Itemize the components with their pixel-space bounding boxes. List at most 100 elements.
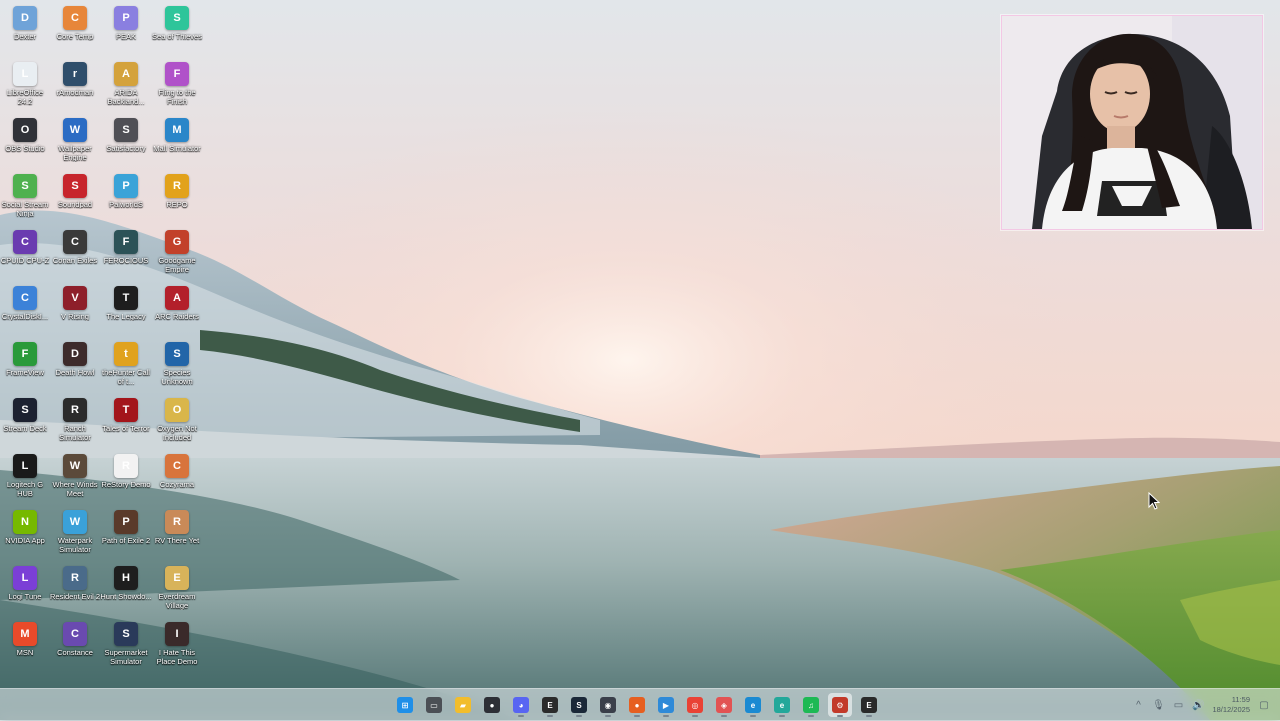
desktop-shortcut[interactable]: C Cozyrama [151,454,203,489]
house-icon: C [165,454,189,478]
desktop-shortcut[interactable]: S Stream Deck [0,398,51,433]
desktop-shortcut[interactable]: F Fling to the Finish [151,62,203,106]
dinosaur-icon: F [114,230,138,254]
thermometer-icon: C [63,6,87,30]
document-icon: L [13,62,37,86]
taskbar-button[interactable]: E [857,693,881,717]
desktop-shortcut[interactable]: R ReStory Demo [100,454,152,489]
desktop-shortcut[interactable]: P Path of Exile 2 [100,510,152,545]
desktop-shortcut[interactable]: D Dexter [0,6,51,41]
desktop-shortcut[interactable]: E Everdream Village [151,566,203,610]
desktop-shortcut-label: I Hate This Place Demo [156,648,198,666]
taskbar-button[interactable]: ◈ [712,693,736,717]
desktop-shortcut[interactable]: S Species Unknown [151,342,203,386]
creature-icon: P [114,174,138,198]
desktop-shortcut[interactable]: S Satisfactory [100,118,152,153]
taskbar-button[interactable]: e [741,693,765,717]
desktop-shortcut[interactable]: R REPO [151,174,203,209]
desktop-shortcut[interactable]: S Soundpad [49,174,101,209]
desktop-shortcut[interactable]: N NVIDIA App [0,510,51,545]
desktop-shortcut[interactable]: F FrameView [0,342,51,377]
desktop-shortcut[interactable]: M MSN [0,622,51,657]
desktop-shortcut-label: PalworldS [109,200,143,209]
taskbar-button[interactable]: S [567,693,591,717]
taskbar-clock[interactable]: 11:59 18/12/2025 [1212,695,1250,715]
desktop-shortcut-label: The Legacy [106,312,146,321]
volume-icon[interactable]: 🔊 [1192,699,1204,711]
taskbar-button[interactable]: ▶ [654,693,678,717]
desktop-shortcut[interactable]: R Resident Evil 2 [49,566,101,601]
desktop-shortcut[interactable]: A ARIDA Backland... [100,62,152,106]
desktop-shortcut[interactable]: T The Legacy [100,286,152,321]
running-indicator [808,715,814,717]
desktop-shortcut[interactable]: P PalworldS [100,174,152,209]
desktop-shortcut-label: Waterpark Simulator [57,536,93,554]
desktop-shortcut[interactable]: L Logi Tune [0,566,51,601]
desktop-shortcut[interactable]: S Sea of Thieves [151,6,203,41]
desktop-shortcut-label: OBS Studio [5,144,45,153]
desktop-shortcut[interactable]: W Where Winds Meet [49,454,101,498]
desktop-shortcut[interactable]: A ARC Raiders [151,286,203,321]
running-indicator [518,715,524,717]
desktop-shortcut[interactable]: W Waterpark Simulator [49,510,101,554]
wind-icon: W [63,454,87,478]
desktop-shortcut[interactable]: C Constance [49,622,101,657]
desktop-shortcut[interactable]: C CrystalDiskI... [0,286,51,321]
running-indicator [605,715,611,717]
desktop-shortcut[interactable]: T Tales of Terror [100,398,152,433]
disk-icon: C [13,286,37,310]
taskbar-button[interactable]: ● [480,693,504,717]
desktop-shortcut[interactable]: S Social Stream Ninja [0,174,51,218]
desktop-shortcut[interactable]: t theHunter Call of t... [100,342,152,386]
desktop-shortcut[interactable]: F FEROCIOUS [100,230,152,265]
taskbar-button[interactable]: e [770,693,794,717]
desktop-shortcut[interactable]: M Mall Simulator [151,118,203,153]
desktop-shortcut-label: Soundpad [57,200,93,209]
chrome-icon: ◎ [687,697,703,713]
taskbar-button[interactable]: ◕ [509,693,533,717]
desktop-shortcut[interactable]: C Conan Exiles [49,230,101,265]
desktop-shortcut[interactable]: R Ranch Simulator [49,398,101,442]
desktop-shortcut-label: Satisfactory [106,144,146,153]
desktop-shortcut[interactable]: L LibreOffice 24.2 [0,62,51,106]
desktop-shortcut[interactable]: G Goodgame Empire [151,230,203,274]
notifications-icon[interactable]: ▢ [1258,699,1270,711]
microphone-icon[interactable]: 🎙 [1152,699,1165,711]
taskbar-button[interactable]: ● [625,693,649,717]
desktop-shortcut[interactable]: I I Hate This Place Demo [151,622,203,666]
desktop-shortcut[interactable]: O OBS Studio [0,118,51,153]
desktop-shortcut[interactable]: W Wallpaper Engine [49,118,101,162]
desktop-shortcut[interactable]: r rAmodman [49,62,101,97]
target-icon: H [114,566,138,590]
desktop-shortcut[interactable]: S Supermarket Simulator [100,622,152,666]
taskbar-button[interactable]: ◎ [683,693,707,717]
water-icon: W [63,510,87,534]
face-icon: I [165,622,189,646]
edge-icon: e [745,697,761,713]
taskbar-button[interactable]: ▭ [422,693,446,717]
desktop-shortcut[interactable]: C CPUID CPU-Z [0,230,51,265]
robot-icon: R [165,174,189,198]
desktop-shortcut[interactable]: P PEAK [100,6,152,41]
desktop-shortcut-label: Fling to the Finish [158,88,196,106]
desktop-shortcut[interactable]: D Death Howl [49,342,101,377]
taskbar-button[interactable]: ◉ [596,693,620,717]
network-icon[interactable]: ▭ [1172,699,1184,711]
taskbar-button[interactable]: ▰ [451,693,475,717]
taskbar-button[interactable]: ♫ [799,693,823,717]
s-icon: S [114,118,138,142]
desktop-shortcut-label: Sea of Thieves [152,32,202,41]
desktop-shortcut[interactable]: C Core Temp [49,6,101,41]
taskbar-button[interactable]: E [538,693,562,717]
desktop-shortcut[interactable]: O Oxygen Not Included [151,398,203,442]
desktop-shortcut[interactable]: L Logitech G HUB [0,454,51,498]
desktop-shortcut[interactable]: V V Rising [49,286,101,321]
desktop-shortcut[interactable]: H Hunt Showdo... [100,566,152,601]
taskbar-button[interactable]: ⚙ [828,693,852,717]
grid-icon: S [13,398,37,422]
msn-icon: M [13,622,37,646]
deer-icon: t [114,342,138,366]
taskbar-button[interactable]: ⊞ [393,693,417,717]
desktop-shortcut[interactable]: R RV There Yet [151,510,203,545]
show-hidden-icons-chevron-icon[interactable]: ^ [1132,699,1144,711]
